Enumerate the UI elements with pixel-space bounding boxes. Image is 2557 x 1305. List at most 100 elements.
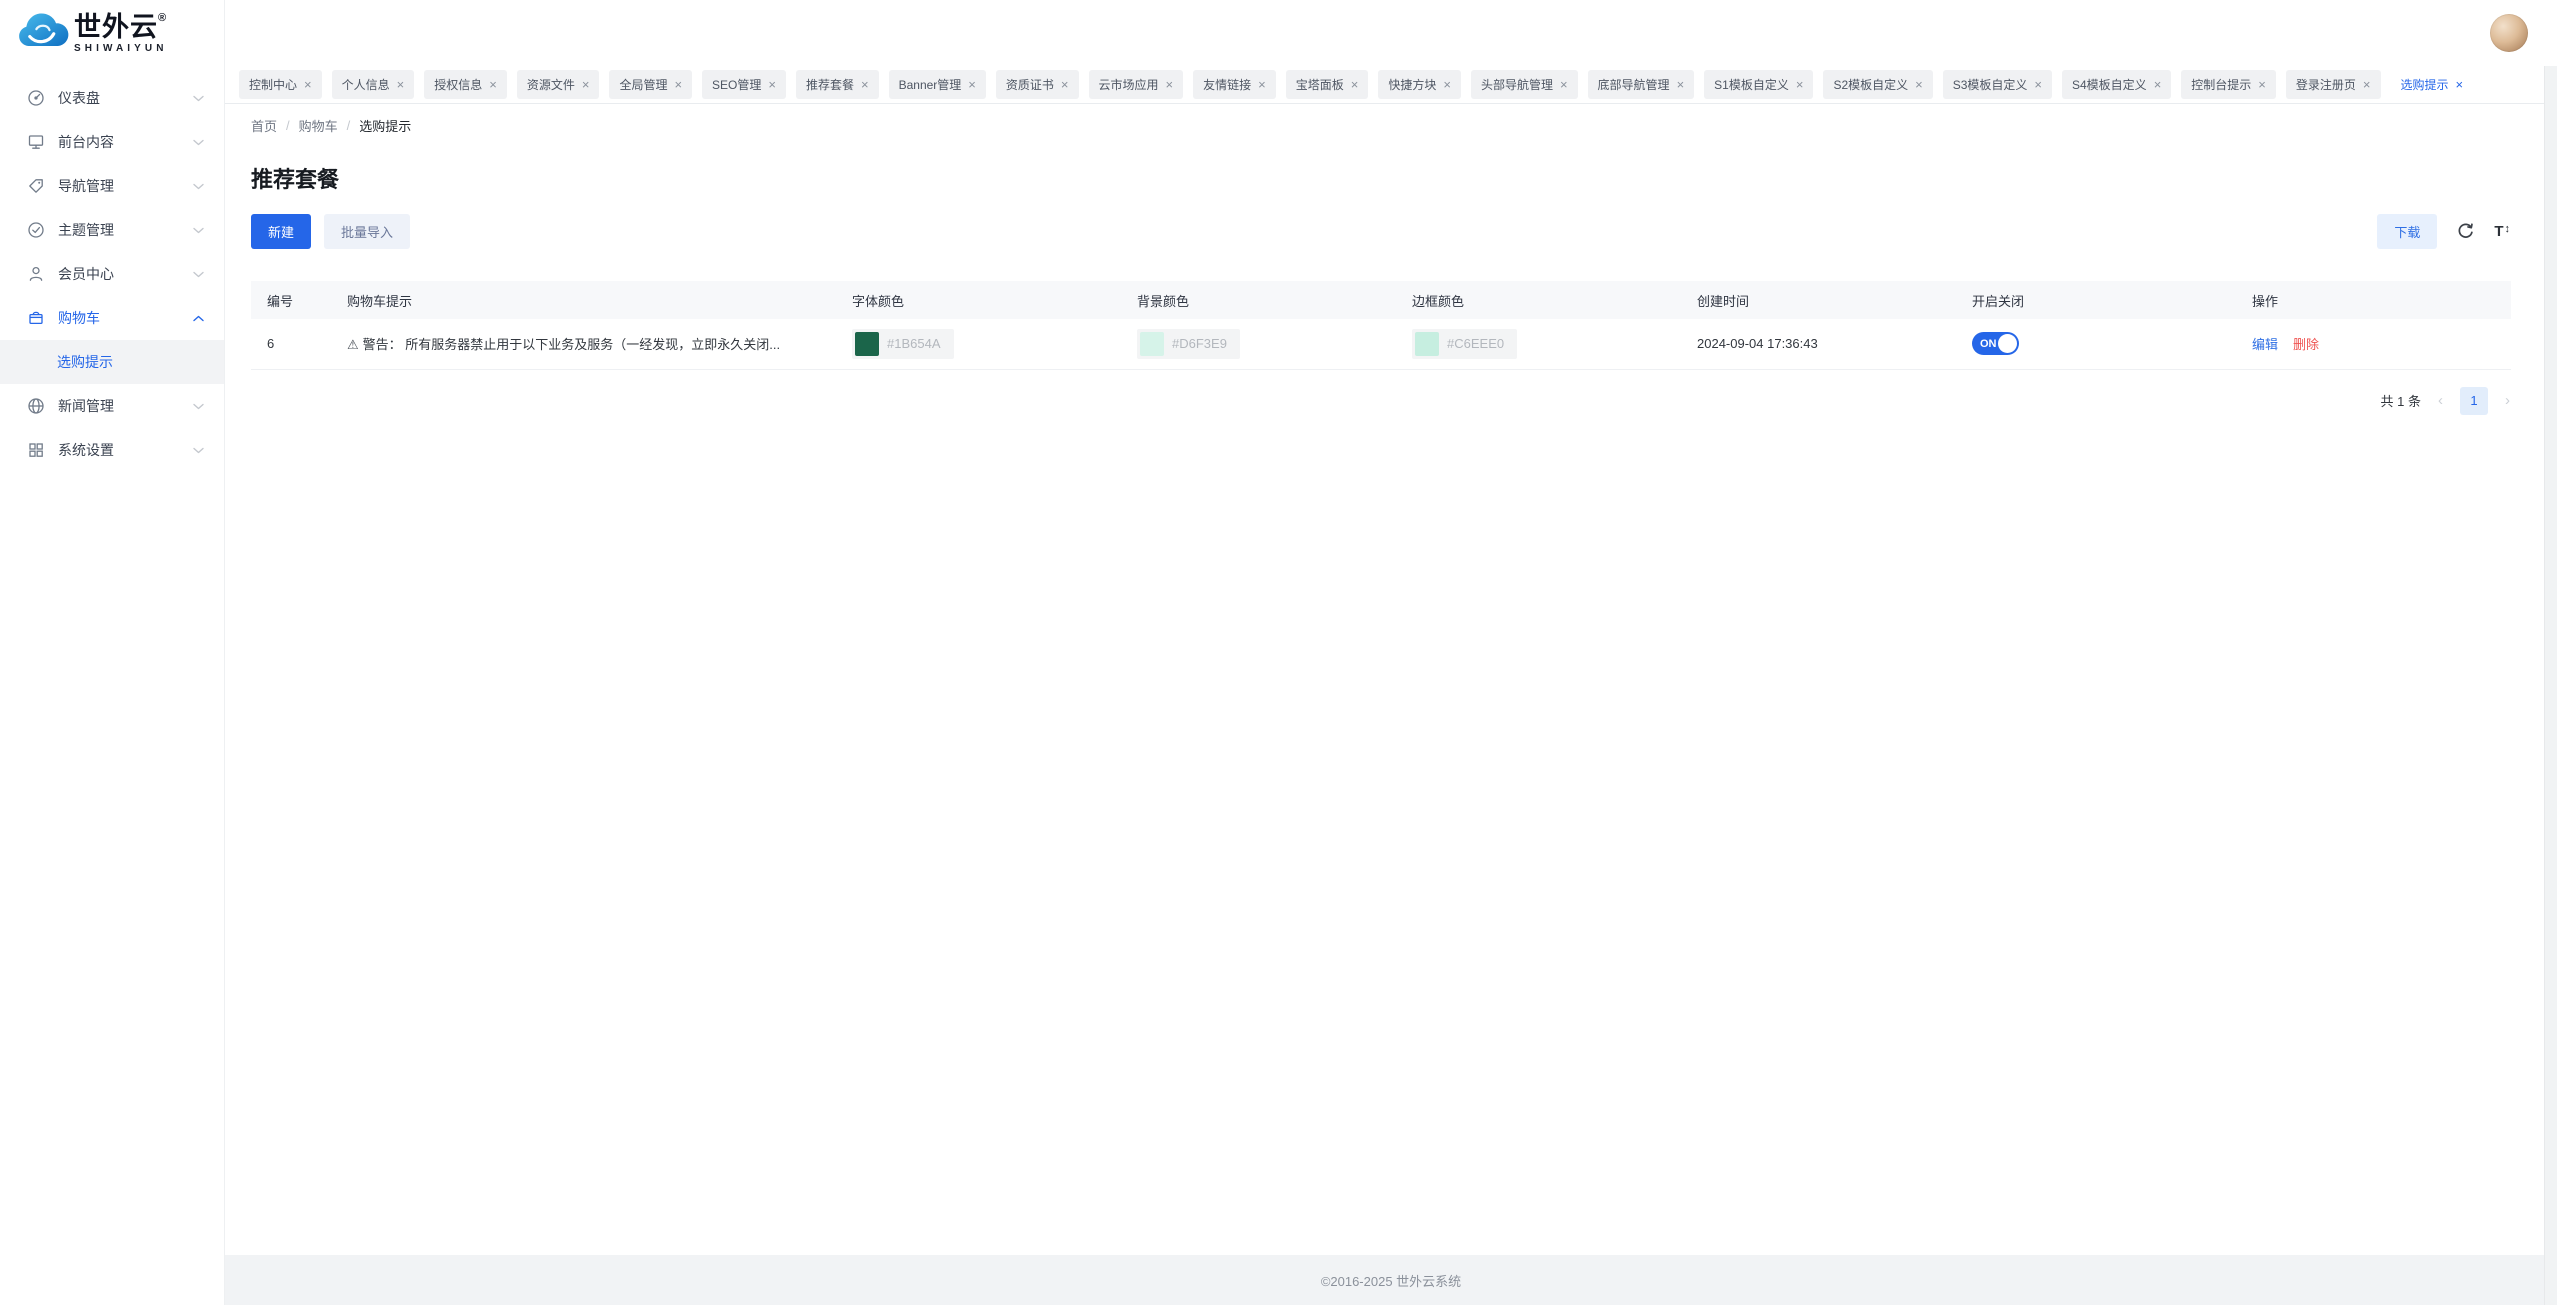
batch-import-button[interactable]: 批量导入	[324, 214, 410, 249]
sidebar-item-dashboard[interactable]: 仪表盘	[0, 76, 224, 120]
tab-label: 推荐套餐	[806, 76, 854, 93]
tab-close-icon[interactable]: ×	[1351, 78, 1359, 91]
tab-item[interactable]: S3模板自定义 ×	[1943, 70, 2052, 99]
color-hex: #C6EEE0	[1447, 336, 1514, 351]
col-header-border-color: 边框颜色	[1396, 281, 1681, 319]
tab-item[interactable]: 全局管理×	[609, 70, 692, 99]
sidebar-item-label: 导航管理	[58, 176, 193, 196]
tab-close-icon[interactable]: ×	[1166, 78, 1174, 91]
tab-close-icon[interactable]: ×	[2154, 78, 2162, 91]
tab-close-icon[interactable]: ×	[768, 78, 776, 91]
tab-close-icon[interactable]: ×	[1560, 78, 1568, 91]
tab-close-icon[interactable]: ×	[1796, 78, 1804, 91]
tab-close-icon[interactable]: ×	[1915, 78, 1923, 91]
tab-close-icon[interactable]: ×	[304, 78, 312, 91]
toolbar: 新建 批量导入 下载 T↕	[251, 214, 2510, 249]
tab-label: 资质证书	[1006, 76, 1054, 93]
tab-close-icon[interactable]: ×	[2258, 78, 2266, 91]
tab-item[interactable]: 宝塔面板 ×	[1286, 70, 1369, 99]
sidebar-item-news-management[interactable]: 新闻管理	[0, 384, 224, 428]
chevron-down-icon	[193, 271, 204, 278]
tab-close-icon[interactable]: ×	[2456, 78, 2464, 91]
breadcrumb-separator: /	[286, 118, 290, 133]
delete-link[interactable]: 删除	[2293, 337, 2319, 352]
tab-label: Banner管理	[899, 76, 962, 93]
grid-icon	[27, 441, 45, 459]
tab-close-icon[interactable]: ×	[582, 78, 590, 91]
breadcrumb-item-current: 选购提示	[359, 116, 411, 135]
tab-item[interactable]: 资源文件×	[517, 70, 600, 99]
monitor-icon	[27, 133, 45, 151]
footer: ©2016-2025 世外云系统	[225, 1255, 2557, 1305]
color-swatch	[1415, 332, 1439, 356]
user-avatar[interactable]	[2490, 14, 2528, 52]
tab-item-active[interactable]: 选购提示×	[2391, 70, 2474, 99]
sidebar-item-shopping-cart[interactable]: 购物车	[0, 296, 224, 340]
tab-item[interactable]: S2模板自定义 ×	[1823, 70, 1932, 99]
tab-close-icon[interactable]: ×	[968, 78, 976, 91]
breadcrumb-item[interactable]: 首页	[251, 116, 277, 135]
next-page-icon[interactable]: ›	[2505, 392, 2510, 409]
refresh-icon[interactable]	[2456, 222, 2475, 241]
tab-close-icon[interactable]: ×	[1677, 78, 1685, 91]
main-area: 控制中心× 个人信息× 授权信息× 资源文件× 全局管理× SEO管理× 推荐套…	[225, 0, 2557, 1305]
tab-item[interactable]: S4模板自定义×	[2062, 70, 2171, 99]
tab-label: 控制台提示	[2191, 76, 2251, 93]
total-count: 共 1 条	[2381, 391, 2421, 410]
open-tabs-bar: 控制中心× 个人信息× 授权信息× 资源文件× 全局管理× SEO管理× 推荐套…	[225, 66, 2557, 104]
tab-close-icon[interactable]: ×	[397, 78, 405, 91]
sidebar-item-member-center[interactable]: 会员中心	[0, 252, 224, 296]
tab-close-icon[interactable]: ×	[1443, 78, 1451, 91]
tab-close-icon[interactable]: ×	[489, 78, 497, 91]
page-title: 推荐套餐	[251, 162, 2510, 198]
tab-item[interactable]: 头部导航管理×	[1471, 70, 1578, 99]
tab-item[interactable]: 登录注册页×	[2286, 70, 2381, 99]
font-size-icon[interactable]: T↕	[2494, 223, 2510, 240]
breadcrumb: 首页 / 购物车 / 选购提示	[225, 104, 2557, 146]
tab-label: 宝塔面板	[1296, 76, 1344, 93]
tab-item[interactable]: Banner管理 ×	[889, 70, 986, 99]
tab-item[interactable]: S1模板自定义×	[1704, 70, 1813, 99]
tab-close-icon[interactable]: ×	[1258, 78, 1266, 91]
sidebar-subitem-label: 选购提示	[57, 352, 113, 372]
user-icon	[27, 265, 45, 283]
tab-close-icon[interactable]: ×	[861, 78, 869, 91]
tab-item[interactable]: 资质证书 ×	[996, 70, 1079, 99]
breadcrumb-item[interactable]: 购物车	[299, 116, 338, 135]
sidebar-item-theme-management[interactable]: 主题管理	[0, 208, 224, 252]
vertical-scrollbar[interactable]	[2544, 66, 2557, 1305]
tab-label: S2模板自定义	[1833, 76, 1908, 93]
breadcrumb-separator: /	[347, 118, 351, 133]
sidebar-subitem-purchase-tips[interactable]: 选购提示	[0, 340, 224, 384]
prev-page-icon[interactable]: ‹	[2438, 392, 2443, 409]
copyright-text: ©2016-2025 世外云系统	[1321, 1271, 1461, 1290]
sidebar-item-frontend-content[interactable]: 前台内容	[0, 120, 224, 164]
download-button[interactable]: 下载	[2377, 214, 2437, 249]
sidebar-item-label: 购物车	[58, 308, 193, 328]
tab-item[interactable]: 友情链接×	[1193, 70, 1276, 99]
tab-item[interactable]: 控制中心×	[239, 70, 322, 99]
tab-item[interactable]: 推荐套餐 ×	[796, 70, 879, 99]
tab-item[interactable]: 控制台提示 ×	[2181, 70, 2276, 99]
tab-item[interactable]: 授权信息×	[424, 70, 507, 99]
tab-label: S3模板自定义	[1953, 76, 2028, 93]
create-button[interactable]: 新建	[251, 214, 311, 249]
tab-item[interactable]: 底部导航管理×	[1588, 70, 1695, 99]
sidebar-item-system-settings[interactable]: 系统设置	[0, 428, 224, 472]
toggle-switch[interactable]: ON	[1972, 332, 2019, 355]
tab-item[interactable]: 快捷方块×	[1378, 70, 1461, 99]
sidebar-item-label: 仪表盘	[58, 88, 193, 108]
current-page[interactable]: 1	[2460, 387, 2488, 415]
tab-close-icon[interactable]: ×	[2034, 78, 2042, 91]
tab-label: 云市场应用	[1099, 76, 1159, 93]
sidebar-item-nav-management[interactable]: 导航管理	[0, 164, 224, 208]
tab-close-icon[interactable]: ×	[2363, 78, 2371, 91]
tag-icon	[27, 177, 45, 195]
app-window: 世外云® SHIWAIYUN 仪表盘 前台内容	[0, 0, 2557, 1305]
tab-item[interactable]: 个人信息×	[332, 70, 415, 99]
edit-link[interactable]: 编辑	[2252, 337, 2278, 352]
tab-item[interactable]: 云市场应用 ×	[1089, 70, 1184, 99]
tab-item[interactable]: SEO管理×	[702, 70, 786, 99]
tab-close-icon[interactable]: ×	[1061, 78, 1069, 91]
tab-close-icon[interactable]: ×	[674, 78, 682, 91]
